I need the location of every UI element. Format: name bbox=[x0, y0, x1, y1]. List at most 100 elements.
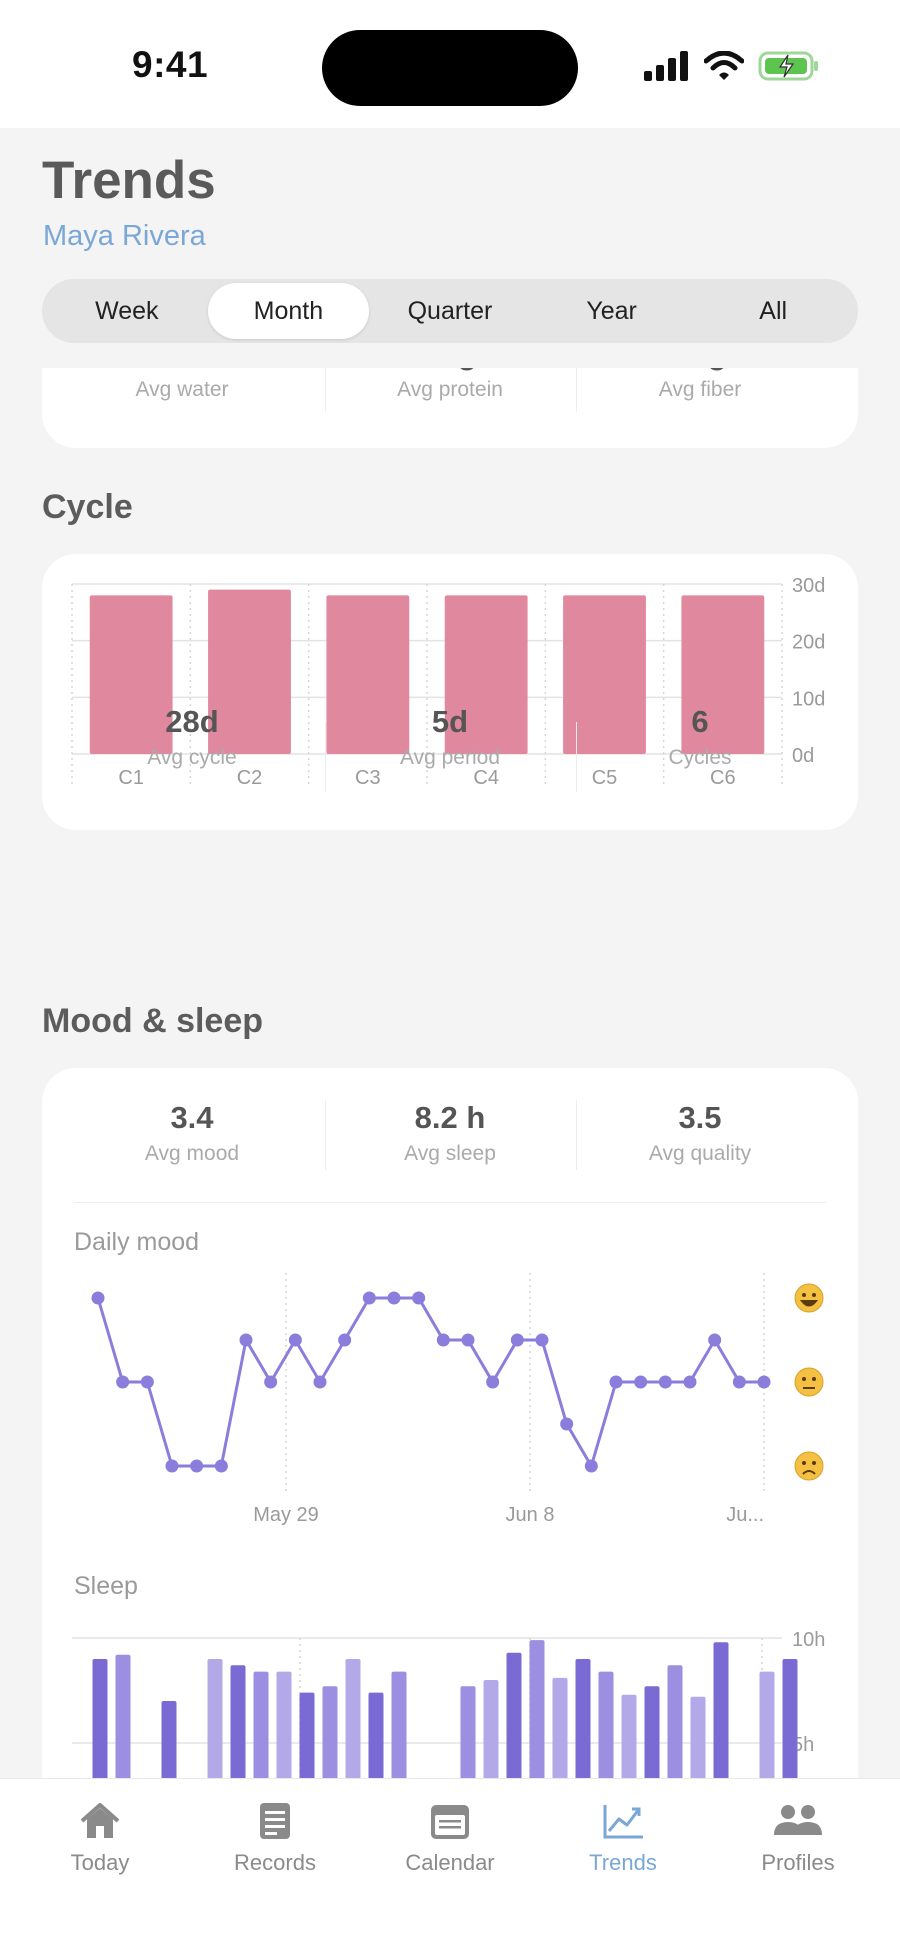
x-tick-label: C5 bbox=[592, 767, 618, 789]
stat-divider bbox=[325, 722, 326, 792]
x-tick-label: C3 bbox=[355, 767, 381, 789]
scroll-content[interactable]: 7 Avg water 30g Avg protein 22g Avg fibe… bbox=[0, 368, 900, 1778]
sleep-bar bbox=[391, 1671, 407, 1778]
stat-label: Avg protein bbox=[397, 378, 503, 401]
sleep-bar bbox=[230, 1665, 246, 1778]
stat-avg-period: 5d Avg period bbox=[350, 704, 550, 770]
x-tick-label: C4 bbox=[473, 767, 499, 789]
tab-quarter[interactable]: Quarter bbox=[369, 283, 531, 339]
status-icons bbox=[644, 46, 820, 86]
section-title-cycle: Cycle bbox=[42, 488, 133, 526]
stat-avg-fiber: 22g Avg fiber bbox=[600, 368, 800, 402]
x-tick-label: May 29 bbox=[253, 1504, 319, 1526]
mood-point bbox=[461, 1333, 475, 1347]
mood-point bbox=[387, 1291, 401, 1305]
stat-avg-cycle: 28d Avg cycle bbox=[92, 704, 292, 770]
stat-label: Avg water bbox=[135, 378, 229, 401]
stat-avg-protein: 30g Avg protein bbox=[350, 368, 550, 402]
profile-name[interactable]: Maya Rivera bbox=[43, 220, 206, 253]
cellular-signal-icon bbox=[644, 51, 688, 81]
tab-records[interactable]: Records bbox=[195, 1801, 355, 1876]
mood-point bbox=[288, 1333, 302, 1347]
sleep-bar bbox=[759, 1671, 775, 1778]
page-title: Trends bbox=[42, 151, 216, 210]
tab-month[interactable]: Month bbox=[207, 283, 370, 339]
mood-point bbox=[140, 1375, 154, 1389]
tab-all[interactable]: All bbox=[692, 283, 854, 339]
mood-point bbox=[116, 1375, 130, 1389]
mood-point bbox=[313, 1375, 327, 1389]
stat-value: 28d bbox=[165, 704, 219, 739]
tab-today[interactable]: Today bbox=[20, 1801, 180, 1876]
stat-label: Avg quality bbox=[648, 1142, 752, 1165]
dynamic-island bbox=[322, 30, 578, 106]
stat-value: 8.2 h bbox=[414, 1100, 486, 1135]
status-bar: 9:41 bbox=[0, 0, 900, 128]
sleep-bar bbox=[598, 1671, 614, 1778]
sleep-bar bbox=[506, 1652, 522, 1778]
mood-point bbox=[362, 1291, 376, 1305]
stat-value: 5d bbox=[431, 704, 469, 739]
stat-value: 3.5 bbox=[678, 1100, 722, 1135]
section-title-mood-sleep: Mood & sleep bbox=[42, 1002, 264, 1040]
stat-avg-sleep: 8.2 h Avg sleep bbox=[350, 1100, 550, 1166]
calendar-icon bbox=[431, 1805, 469, 1839]
mood-point bbox=[338, 1333, 352, 1347]
mood-point bbox=[436, 1333, 450, 1347]
bottom-tab-bar: Today Records Calendar Trends Profiles bbox=[0, 1778, 900, 1960]
stat-divider bbox=[576, 1100, 577, 1170]
tab-week[interactable]: Week bbox=[46, 283, 208, 339]
mood-point bbox=[683, 1375, 697, 1389]
sleep-bar bbox=[115, 1654, 131, 1778]
x-tick-label: C2 bbox=[237, 767, 263, 789]
tab-year[interactable]: Year bbox=[531, 283, 693, 339]
sleep-bar bbox=[253, 1671, 269, 1778]
sleep-bar bbox=[322, 1686, 338, 1778]
stat-divider bbox=[576, 722, 577, 792]
stat-cycles: 6 Cycles bbox=[600, 704, 800, 770]
tab-trends[interactable]: Trends bbox=[543, 1801, 703, 1876]
stat-avg-water: 7 Avg water bbox=[82, 368, 282, 402]
sleep-bar bbox=[368, 1692, 384, 1778]
sleep-bar bbox=[713, 1642, 729, 1778]
grinning-face-icon bbox=[794, 1283, 824, 1313]
x-tick-label: C1 bbox=[118, 767, 144, 789]
card-divider bbox=[74, 1202, 826, 1203]
tab-label: Records bbox=[234, 1850, 316, 1875]
tab-profiles[interactable]: Profiles bbox=[718, 1801, 878, 1876]
stat-label: Avg mood bbox=[144, 1142, 240, 1165]
home-indicator bbox=[300, 1932, 600, 1942]
sleep-bar bbox=[552, 1677, 568, 1778]
stat-avg-quality: 3.5 Avg quality bbox=[600, 1100, 800, 1166]
sleep-bar-chart: 10h5h bbox=[72, 1629, 825, 1778]
range-segmented-control: Week Month Quarter Year All bbox=[42, 279, 858, 343]
mood-point bbox=[190, 1459, 204, 1473]
chart-icon bbox=[603, 1805, 643, 1839]
mood-point bbox=[91, 1291, 105, 1305]
wifi-icon bbox=[704, 51, 744, 80]
y-tick-label: 10h bbox=[792, 1629, 825, 1651]
tab-calendar[interactable]: Calendar bbox=[370, 1801, 530, 1876]
mood-point bbox=[239, 1333, 253, 1347]
frowning-face-icon bbox=[794, 1451, 824, 1481]
cycle-card: 0d 10d 20d 30d C1 C2 C3 C4 C5 C6 28d Avg cycle 5d… bbox=[42, 554, 858, 830]
stat-label: Avg fiber bbox=[658, 378, 742, 401]
sleep-bar bbox=[782, 1659, 798, 1778]
house-icon bbox=[80, 1803, 120, 1838]
sleep-bar bbox=[345, 1659, 361, 1778]
people-icon bbox=[774, 1805, 822, 1835]
mood-point bbox=[214, 1459, 228, 1473]
sleep-bar bbox=[460, 1686, 476, 1778]
mood-point bbox=[584, 1459, 598, 1473]
x-tick-label: Jun 8 bbox=[506, 1504, 555, 1526]
sleep-bar bbox=[92, 1659, 108, 1778]
nutrition-card: 7 Avg water 30g Avg protein 22g Avg fibe… bbox=[42, 368, 858, 448]
stat-divider bbox=[325, 368, 326, 412]
sleep-bar bbox=[529, 1640, 545, 1778]
sleep-bar bbox=[276, 1671, 292, 1778]
sleep-bar bbox=[483, 1680, 499, 1778]
tab-label: Calendar bbox=[405, 1850, 495, 1875]
mood-point bbox=[708, 1333, 722, 1347]
y-tick-label: 20d bbox=[792, 632, 825, 654]
tab-label: Trends bbox=[589, 1850, 657, 1875]
